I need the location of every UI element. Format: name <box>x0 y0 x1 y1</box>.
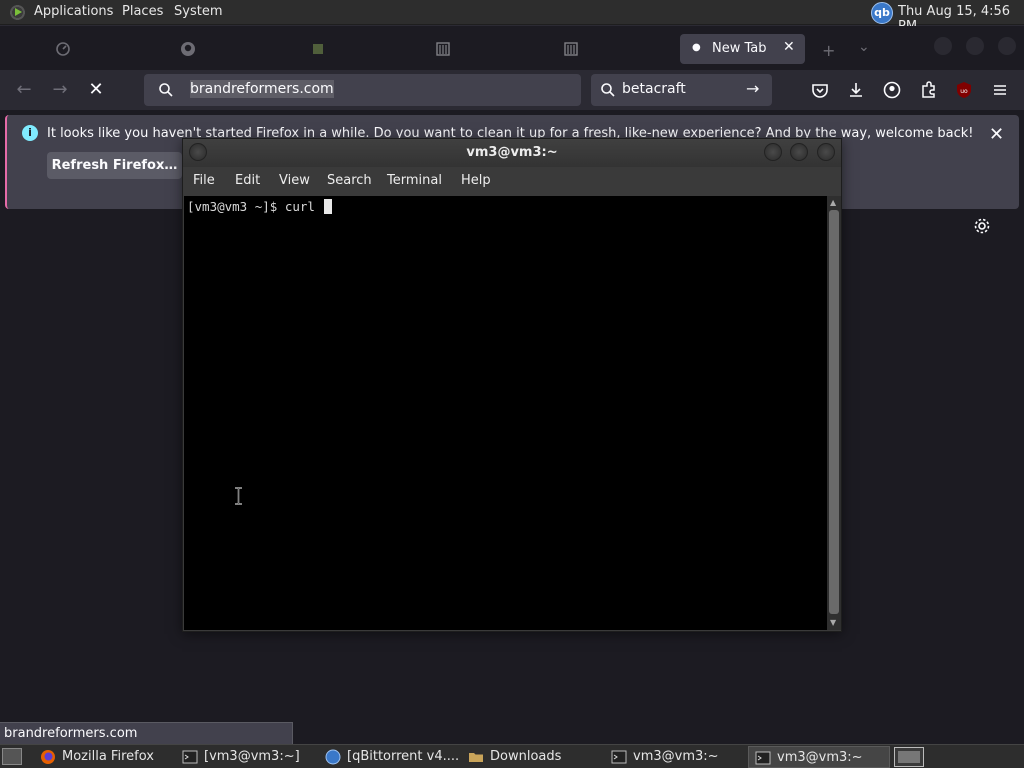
navigation-toolbar: ← → ✕ brandreformers.com betacraft → uo <box>0 70 1024 110</box>
taskbar-item-terminal-3[interactable]: vm3@vm3:~ <box>748 746 890 768</box>
close-window-icon[interactable] <box>998 37 1016 55</box>
list-tabs-icon[interactable]: ⌄ <box>858 39 870 55</box>
taskbar-label: Mozilla Firefox <box>62 749 154 764</box>
menu-terminal[interactable]: Terminal <box>387 173 442 188</box>
status-link-preview: brandreformers.com <box>0 722 293 744</box>
terminal-icon <box>182 750 198 764</box>
tab-new-tab[interactable]: ● New Tab ✕ <box>680 34 805 64</box>
url-bar[interactable]: brandreformers.com <box>144 74 581 106</box>
firefox-icon <box>41 750 55 764</box>
bottom-panel: Mozilla Firefox [vm3@vm3:~] [qBittorrent… <box>0 744 1024 768</box>
menu-view[interactable]: View <box>279 173 310 188</box>
tab-label: New Tab <box>712 41 767 56</box>
search-icon <box>601 83 615 97</box>
search-bar[interactable]: betacraft → <box>591 74 772 106</box>
text-cursor <box>324 199 333 214</box>
cube-icon <box>313 44 323 54</box>
forward-icon[interactable]: → <box>48 78 72 102</box>
pocket-icon[interactable] <box>810 80 830 100</box>
taskbar-item-downloads[interactable]: Downloads <box>462 746 602 768</box>
gauge-icon <box>56 42 70 56</box>
info-icon: i <box>22 125 38 141</box>
qbittorrent-icon <box>325 749 341 765</box>
menu-system[interactable]: System <box>174 4 222 19</box>
workspace-switcher[interactable] <box>894 747 924 767</box>
tab-3[interactable] <box>300 34 425 64</box>
top-panel: Applications Places System qb Thu Aug 15… <box>0 0 1024 34</box>
menu-places[interactable]: Places <box>122 4 163 19</box>
tab-strip: ● New Tab ✕ + ⌄ <box>0 26 1024 70</box>
menu-file[interactable]: File <box>193 173 215 188</box>
taskbar-label: vm3@vm3:~ <box>633 749 719 764</box>
taskbar-label: Downloads <box>490 749 562 764</box>
show-desktop-icon[interactable] <box>2 748 22 765</box>
minimize-icon[interactable] <box>934 37 952 55</box>
url-text[interactable]: brandreformers.com <box>190 80 334 98</box>
tab-4[interactable] <box>425 34 550 64</box>
tab-dot-icon: ● <box>692 42 701 53</box>
refresh-firefox-button[interactable]: Refresh Firefox… <box>47 152 182 179</box>
scroll-down-icon[interactable]: ▼ <box>830 618 836 627</box>
terminal-window: vm3@vm3:~ File Edit View Search Terminal… <box>182 138 842 632</box>
svg-text:uo: uo <box>960 88 968 95</box>
back-icon[interactable]: ← <box>12 78 36 102</box>
terminal-scrollbar[interactable]: ▲ ▼ <box>827 196 841 630</box>
close-icon[interactable] <box>817 143 835 161</box>
terminal-icon <box>755 751 771 765</box>
search-input[interactable]: betacraft <box>622 81 686 97</box>
taskbar-item-qbittorrent[interactable]: [qBittorrent v4.... <box>319 746 461 768</box>
maximize-icon[interactable] <box>790 143 808 161</box>
taskbar-item-firefox[interactable]: Mozilla Firefox <box>34 746 172 768</box>
terminal-title: vm3@vm3:~ <box>466 145 558 160</box>
close-notification-icon[interactable]: ✕ <box>989 124 1004 145</box>
terminal-output[interactable]: [vm3@vm3 ~]$ curl <box>184 196 827 630</box>
terminal-prompt-line: [vm3@vm3 ~]$ curl <box>187 199 333 214</box>
account-icon[interactable] <box>882 80 902 100</box>
scroll-up-icon[interactable]: ▲ <box>830 198 836 207</box>
command-text: [vm3@vm3 ~]$ curl <box>187 199 323 214</box>
ublock-origin-icon[interactable]: uo <box>954 80 974 100</box>
tab-1[interactable] <box>45 34 170 64</box>
menu-edit[interactable]: Edit <box>235 173 260 188</box>
search-icon <box>159 83 173 97</box>
tab-5[interactable] <box>553 34 678 64</box>
hamburger-menu-icon[interactable] <box>990 80 1010 100</box>
minimize-icon[interactable] <box>764 143 782 161</box>
extensions-icon[interactable] <box>918 80 938 100</box>
applications-logo-icon[interactable] <box>8 3 27 22</box>
terminal-icon <box>611 750 627 764</box>
terminal-menubar: File Edit View Search Terminal Help <box>183 167 841 195</box>
downloads-icon[interactable] <box>846 80 866 100</box>
archive-icon <box>564 42 578 56</box>
maximize-icon[interactable] <box>966 37 984 55</box>
taskbar-item-terminal-2[interactable]: vm3@vm3:~ <box>605 746 745 768</box>
menu-search[interactable]: Search <box>327 173 372 188</box>
tab-2[interactable] <box>170 34 295 64</box>
taskbar-item-terminal-1[interactable]: [vm3@vm3:~] <box>176 746 316 768</box>
menu-help[interactable]: Help <box>461 173 491 188</box>
taskbar-label: [qBittorrent v4.... <box>347 749 460 764</box>
new-tab-plus-icon[interactable]: + <box>822 41 835 60</box>
github-icon <box>181 42 195 56</box>
stop-loading-icon[interactable]: ✕ <box>84 78 108 102</box>
gear-icon[interactable] <box>973 217 991 235</box>
menu-applications[interactable]: Applications <box>34 4 113 19</box>
folder-icon <box>469 753 483 762</box>
tab-close-icon[interactable]: ✕ <box>783 39 795 55</box>
mouse-ibeam-cursor-icon <box>235 487 242 505</box>
scrollbar-thumb[interactable] <box>829 210 839 614</box>
search-go-arrow-icon[interactable]: → <box>746 79 759 98</box>
terminal-titlebar[interactable]: vm3@vm3:~ <box>183 139 841 167</box>
qbittorrent-tray-icon[interactable]: qb <box>871 2 893 24</box>
archive-icon <box>436 42 450 56</box>
taskbar-label: vm3@vm3:~ <box>777 750 863 765</box>
taskbar-label: [vm3@vm3:~] <box>204 749 300 764</box>
